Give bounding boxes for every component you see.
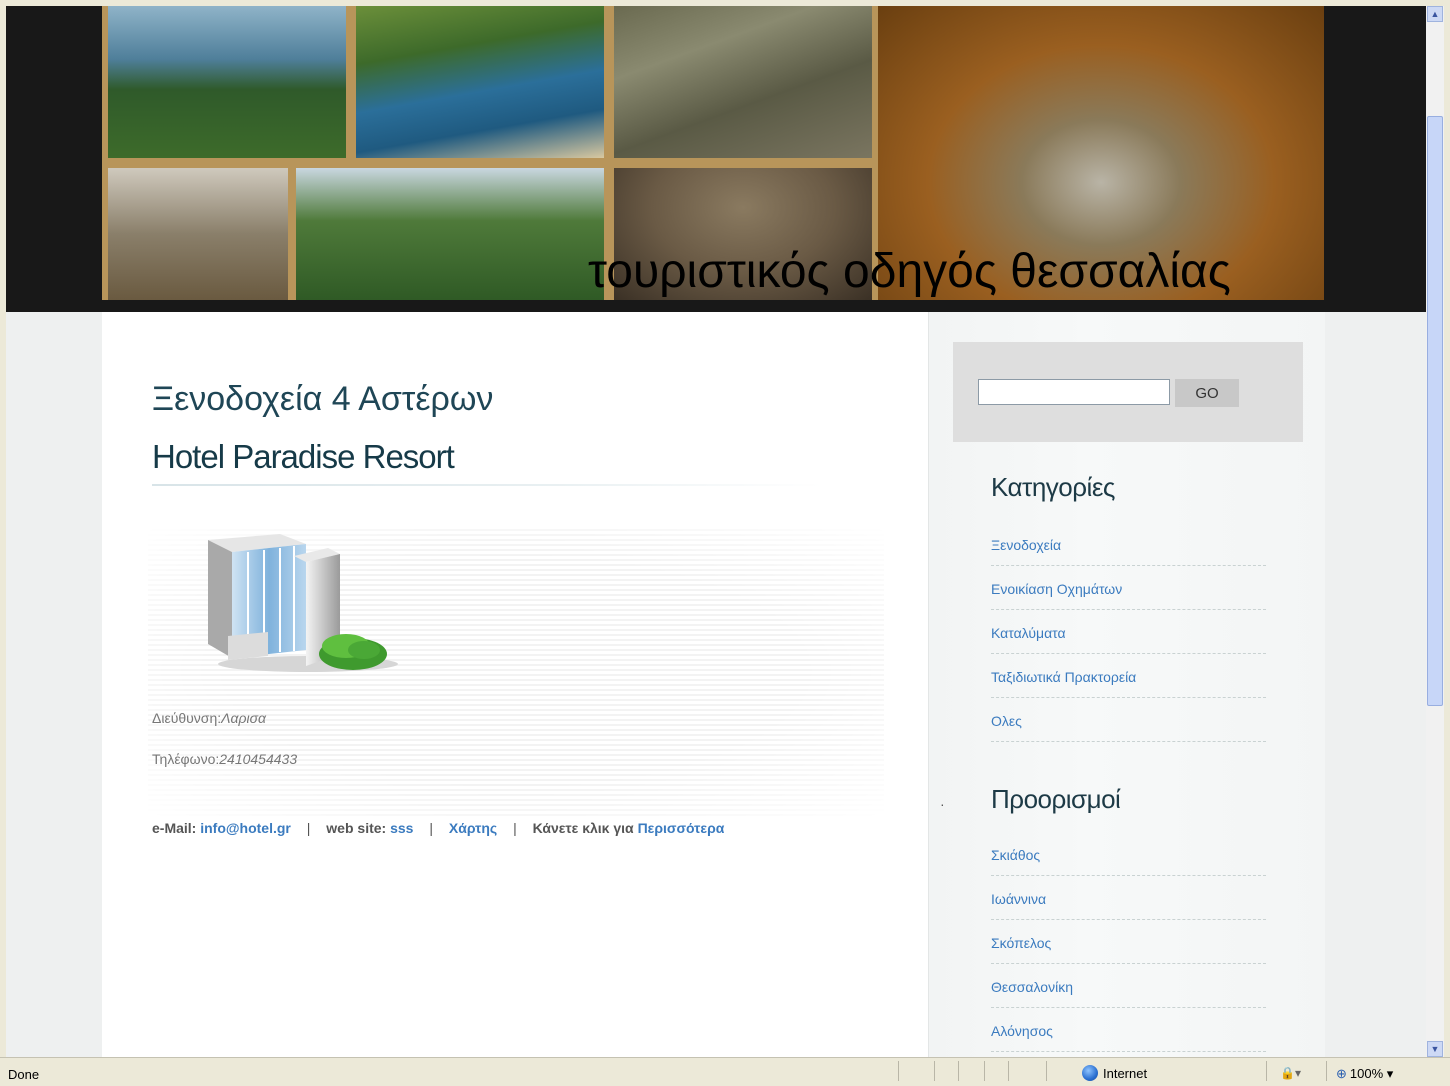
hotel-links: e-Mail: info@hotel.gr | web site: sss | … <box>152 820 724 836</box>
status-bar: Done Internet 🔒▾ ⊕ 100% ▾ <box>0 1057 1450 1086</box>
page-content: Ξενοδοχεία 4 Αστέρων Hotel Paradise Reso… <box>102 312 1325 1057</box>
address-label: Διεύθυνση: <box>152 710 222 726</box>
banner-bottom-strip <box>6 300 1426 312</box>
website-label: web site: <box>326 820 387 836</box>
destination-item-ioannina[interactable]: Ιωάννινα <box>991 876 1266 920</box>
phone-label: Τηλέφωνο: <box>152 751 220 767</box>
category-item-all[interactable]: Ολες <box>991 698 1266 742</box>
category-item-travel-agencies[interactable]: Ταξιδιωτικά Πρακτορεία <box>991 654 1266 698</box>
destination-item-skiathos[interactable]: Σκιάθος <box>991 832 1266 876</box>
status-text: Done <box>8 1067 40 1082</box>
status-divider <box>934 1061 935 1081</box>
destination-item-alonissos[interactable]: Αλόνησος <box>991 1008 1266 1052</box>
meteora-photo <box>108 168 288 300</box>
zone-label: Internet <box>1103 1066 1148 1081</box>
map-link[interactable]: Χάρτης <box>449 820 497 836</box>
address-value: Λαρισα <box>221 710 267 726</box>
scroll-down-icon[interactable]: ▼ <box>1427 1041 1443 1057</box>
train-bridge-photo <box>296 168 604 300</box>
security-icon[interactable]: 🔒▾ <box>1280 1066 1301 1080</box>
status-divider <box>1266 1061 1267 1081</box>
email-link[interactable]: info@hotel.gr <box>200 820 291 836</box>
destinations-heading: Προορισμοί <box>991 784 1121 814</box>
page-title: Ξενοδοχεία 4 Αστέρων <box>152 380 494 418</box>
hikers-photo <box>614 6 872 158</box>
status-divider <box>1046 1061 1047 1081</box>
scroll-thumb[interactable] <box>1427 116 1443 706</box>
zoom-control[interactable]: ⊕ 100% ▾ <box>1336 1066 1393 1082</box>
status-divider <box>984 1061 985 1081</box>
vertical-scrollbar[interactable]: ▲ ▼ <box>1426 6 1444 1057</box>
phone-value: 2410454433 <box>219 751 298 767</box>
separator: | <box>306 820 311 836</box>
status-divider <box>1326 1061 1327 1081</box>
destination-item-thessaloniki[interactable]: Θεσσαλονίκη <box>991 964 1266 1008</box>
website-link[interactable]: sss <box>390 820 413 836</box>
hotel-name: Hotel Paradise Resort <box>152 438 455 475</box>
scroll-up-icon[interactable]: ▲ <box>1427 6 1443 22</box>
lake-photo <box>108 6 346 158</box>
title-divider <box>152 484 822 486</box>
main-column: Ξενοδοχεία 4 Αστέρων Hotel Paradise Reso… <box>102 312 926 1057</box>
site-title: τουριστικός οδηγός θεσσαλίας <box>588 245 1231 298</box>
status-divider <box>958 1061 959 1081</box>
browser-viewport: τουριστικός οδηγός θεσσαλίας Ξενοδοχεία … <box>6 6 1426 1057</box>
separator: | <box>429 820 433 836</box>
bullet-dot: · <box>940 796 945 812</box>
more-label: Κάνετε κλικ για <box>532 820 634 836</box>
more-link[interactable]: Περισσότερα <box>638 820 725 836</box>
zoom-icon: ⊕ <box>1336 1066 1347 1081</box>
destinations-list: Σκιάθος Ιωάννινα Σκόπελος Θεσσαλονίκη Αλ… <box>991 832 1266 1052</box>
separator: | <box>513 820 517 836</box>
zoom-level: 100% <box>1349 1066 1384 1081</box>
category-item-hotels[interactable]: Ξενοδοχεία <box>991 522 1266 566</box>
status-divider <box>1008 1061 1009 1081</box>
categories-heading: Κατηγορίες <box>991 472 1115 502</box>
sidebar: GO Κατηγορίες Ξενοδοχεία Ενοικίαση Οχημά… <box>928 312 1325 1057</box>
status-divider <box>898 1061 899 1081</box>
destination-item-skopelos[interactable]: Σκόπελος <box>991 920 1266 964</box>
globe-icon <box>1082 1065 1098 1081</box>
site-banner: τουριστικός οδηγός θεσσαλίας <box>6 6 1426 312</box>
security-zone: Internet <box>1082 1065 1147 1081</box>
category-item-accommodation[interactable]: Καταλύματα <box>991 610 1266 654</box>
hotel-address: Διεύθυνση:Λαρισα <box>152 710 266 726</box>
building-icon <box>208 534 398 672</box>
search-box: GO <box>953 342 1303 442</box>
email-label: e-Mail: <box>152 820 197 836</box>
search-go-button[interactable]: GO <box>1175 379 1239 407</box>
hotel-phone: Τηλέφωνο:2410454433 <box>152 751 297 767</box>
categories-list: Ξενοδοχεία Ενοικίαση Οχημάτων Καταλύματα… <box>991 522 1266 742</box>
lake-shore-photo <box>356 6 604 158</box>
search-input[interactable] <box>978 379 1170 405</box>
category-item-car-rental[interactable]: Ενοικίαση Οχημάτων <box>991 566 1266 610</box>
